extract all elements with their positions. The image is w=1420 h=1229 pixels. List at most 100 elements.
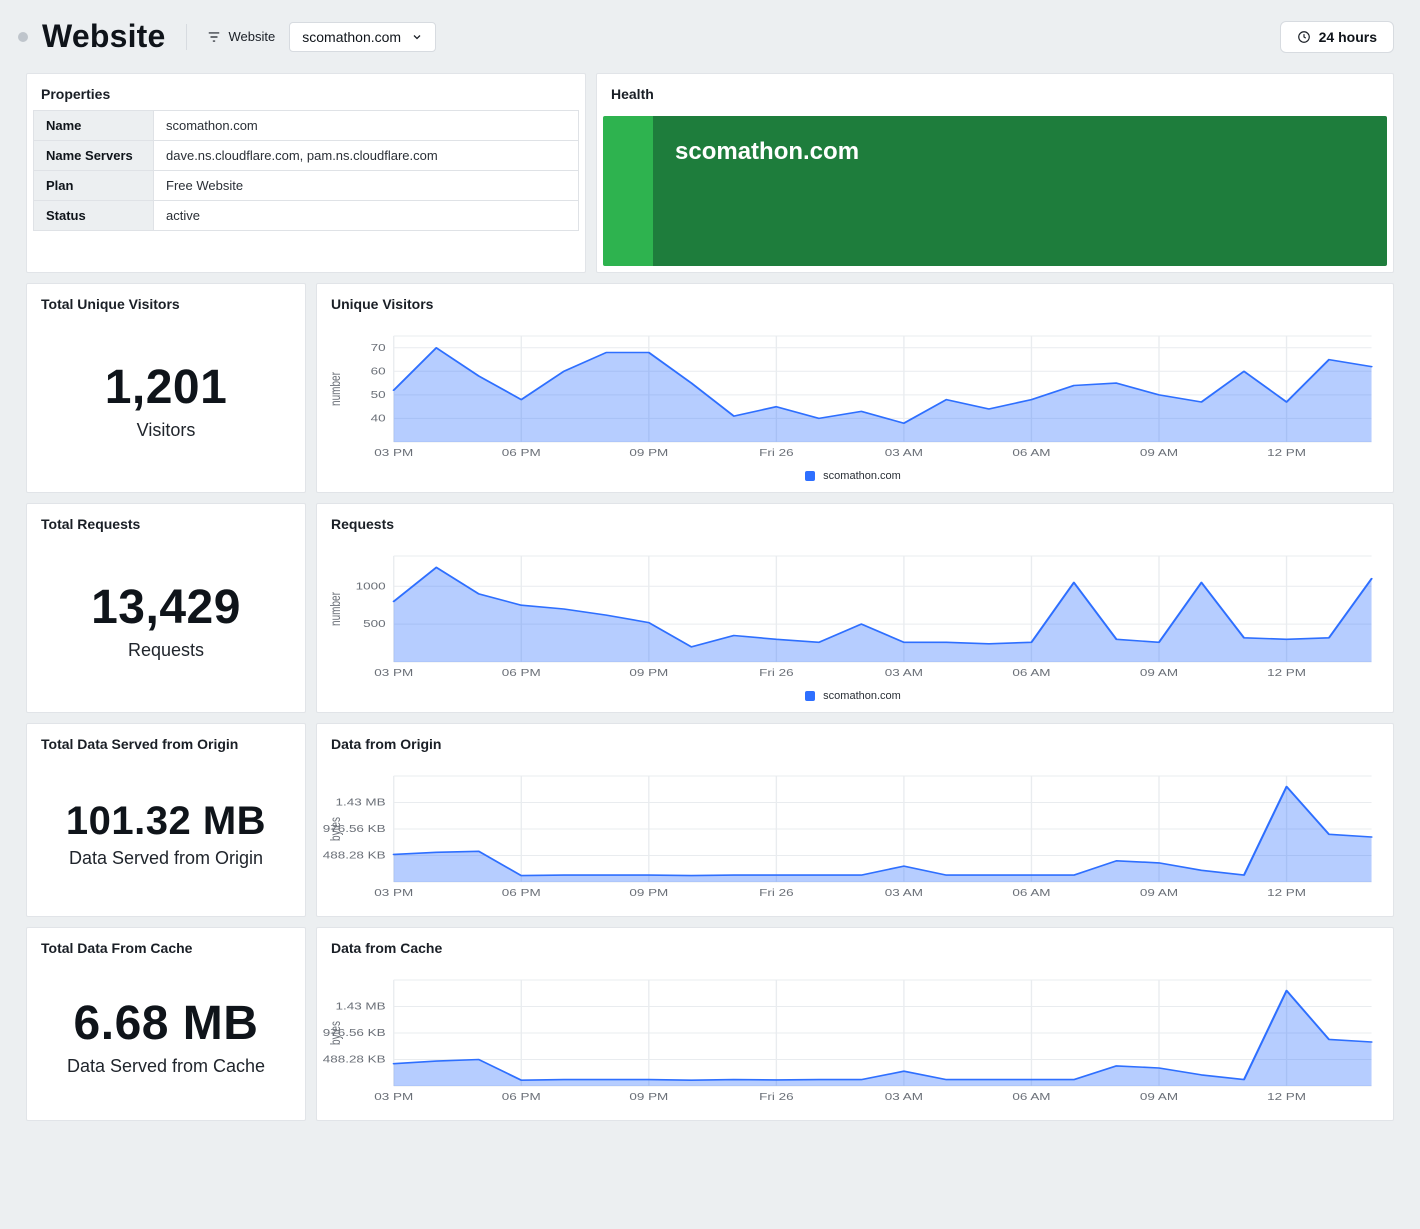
svg-text:60: 60 <box>371 365 386 377</box>
stat-title: Total Unique Visitors <box>27 284 305 320</box>
svg-text:488.28 KB: 488.28 KB <box>323 1053 386 1065</box>
site-select[interactable]: scomathon.com <box>289 22 436 52</box>
stat-panel-data_cache: Total Data From Cache 6.68 MB Data Serve… <box>26 927 306 1121</box>
health-title: Health <box>597 74 1393 110</box>
chart-panel-data_origin: Data from Origin 488.28 KB976.56 KB1.43 … <box>316 723 1394 917</box>
stat-panel-requests: Total Requests 13,429 Requests <box>26 503 306 713</box>
properties-panel: Properties Namescomathon.comName Servers… <box>26 73 586 273</box>
svg-text:500: 500 <box>363 618 386 630</box>
filter-icon <box>207 30 221 44</box>
properties-title: Properties <box>27 74 585 110</box>
stat-title: Total Data Served from Origin <box>27 724 305 760</box>
divider <box>186 24 187 50</box>
chart-panel-requests: Requests 500100003 PM06 PM09 PMFri 2603 … <box>316 503 1394 713</box>
time-range-label: 24 hours <box>1319 29 1377 45</box>
stat-label: Data Served from Cache <box>67 1056 265 1077</box>
svg-text:1000: 1000 <box>356 580 386 592</box>
svg-text:09 PM: 09 PM <box>629 667 668 679</box>
stat-value: 13,429 <box>91 583 241 633</box>
svg-text:40: 40 <box>371 412 386 424</box>
svg-text:12 PM: 12 PM <box>1267 447 1306 459</box>
legend-label: scomathon.com <box>823 470 901 482</box>
stat-title: Total Requests <box>27 504 305 540</box>
health-site-name: scomathon.com <box>653 116 881 188</box>
properties-table: Namescomathon.comName Serversdave.ns.clo… <box>33 110 579 231</box>
svg-text:09 AM: 09 AM <box>1140 887 1178 899</box>
stat-label: Data Served from Origin <box>69 848 263 869</box>
table-row: Statusactive <box>34 201 579 231</box>
svg-text:12 PM: 12 PM <box>1267 887 1306 899</box>
svg-text:number: number <box>327 372 343 406</box>
svg-text:12 PM: 12 PM <box>1267 1091 1306 1103</box>
svg-text:06 PM: 06 PM <box>502 667 541 679</box>
chart-panel-data_cache: Data from Cache 488.28 KB976.56 KB1.43 M… <box>316 927 1394 1121</box>
table-row: Name Serversdave.ns.cloudflare.com, pam.… <box>34 141 579 171</box>
health-card: scomathon.com <box>603 116 1387 266</box>
time-range-button[interactable]: 24 hours <box>1280 21 1394 53</box>
stat-value: 6.68 MB <box>74 999 259 1049</box>
svg-text:03 PM: 03 PM <box>374 887 413 899</box>
svg-text:488.28 KB: 488.28 KB <box>323 849 386 861</box>
stat-panel-data_origin: Total Data Served from Origin 101.32 MB … <box>26 723 306 917</box>
stat-title: Total Data From Cache <box>27 928 305 964</box>
svg-text:Fri 26: Fri 26 <box>759 887 794 899</box>
table-row: Namescomathon.com <box>34 111 579 141</box>
chart-title: Unique Visitors <box>317 284 1393 320</box>
svg-text:03 AM: 03 AM <box>885 667 923 679</box>
svg-text:09 AM: 09 AM <box>1140 447 1178 459</box>
svg-text:70: 70 <box>371 342 386 354</box>
svg-text:03 AM: 03 AM <box>885 1091 923 1103</box>
svg-text:50: 50 <box>371 389 386 401</box>
svg-text:06 AM: 06 AM <box>1012 447 1050 459</box>
chart-area[interactable]: 500100003 PM06 PM09 PMFri 2603 AM06 AM09… <box>317 540 1393 712</box>
svg-text:number: number <box>327 592 343 626</box>
stat-label: Requests <box>128 640 204 661</box>
chevron-down-icon <box>411 31 423 43</box>
svg-text:12 PM: 12 PM <box>1267 667 1306 679</box>
svg-text:bytes: bytes <box>327 817 343 841</box>
svg-text:03 PM: 03 PM <box>374 667 413 679</box>
chart-legend: scomathon.com <box>321 686 1385 702</box>
svg-text:09 AM: 09 AM <box>1140 1091 1178 1103</box>
svg-text:06 AM: 06 AM <box>1012 1091 1050 1103</box>
property-key: Name Servers <box>34 141 154 171</box>
chart-title: Data from Cache <box>317 928 1393 964</box>
scope-label: Website <box>229 29 276 44</box>
health-panel: Health scomathon.com <box>596 73 1394 273</box>
stat-value: 1,201 <box>105 363 228 413</box>
chart-area[interactable]: 4050607003 PM06 PM09 PMFri 2603 AM06 AM0… <box>317 320 1393 492</box>
chart-legend: scomathon.com <box>321 466 1385 482</box>
health-status-body: scomathon.com <box>653 116 1387 266</box>
svg-text:1.43 MB: 1.43 MB <box>335 1000 385 1012</box>
chart-panel-visitors: Unique Visitors 4050607003 PM06 PM09 PMF… <box>316 283 1394 493</box>
chart-area[interactable]: 488.28 KB976.56 KB1.43 MB03 PM06 PM09 PM… <box>317 760 1393 916</box>
svg-text:Fri 26: Fri 26 <box>759 447 794 459</box>
property-value: dave.ns.cloudflare.com, pam.ns.cloudflar… <box>154 141 579 171</box>
svg-text:06 PM: 06 PM <box>502 447 541 459</box>
page-title: Website <box>42 18 166 55</box>
header: Website Website scomathon.com 24 hours <box>0 0 1420 73</box>
svg-text:06 PM: 06 PM <box>502 1091 541 1103</box>
svg-text:bytes: bytes <box>327 1021 343 1045</box>
site-select-value: scomathon.com <box>302 29 401 45</box>
legend-label: scomathon.com <box>823 690 901 702</box>
svg-text:03 PM: 03 PM <box>374 1091 413 1103</box>
clock-icon <box>1297 30 1311 44</box>
svg-text:09 PM: 09 PM <box>629 887 668 899</box>
svg-text:03 AM: 03 AM <box>885 887 923 899</box>
property-key: Name <box>34 111 154 141</box>
chart-title: Requests <box>317 504 1393 540</box>
svg-text:09 PM: 09 PM <box>629 447 668 459</box>
stat-label: Visitors <box>137 420 196 441</box>
scope-chip[interactable]: Website <box>207 29 276 44</box>
status-dot <box>18 32 28 42</box>
svg-text:06 PM: 06 PM <box>502 887 541 899</box>
svg-text:03 AM: 03 AM <box>885 447 923 459</box>
svg-text:09 PM: 09 PM <box>629 1091 668 1103</box>
chart-area[interactable]: 488.28 KB976.56 KB1.43 MB03 PM06 PM09 PM… <box>317 964 1393 1120</box>
svg-text:06 AM: 06 AM <box>1012 887 1050 899</box>
chart-title: Data from Origin <box>317 724 1393 760</box>
property-key: Plan <box>34 171 154 201</box>
stat-panel-visitors: Total Unique Visitors 1,201 Visitors <box>26 283 306 493</box>
property-value: Free Website <box>154 171 579 201</box>
